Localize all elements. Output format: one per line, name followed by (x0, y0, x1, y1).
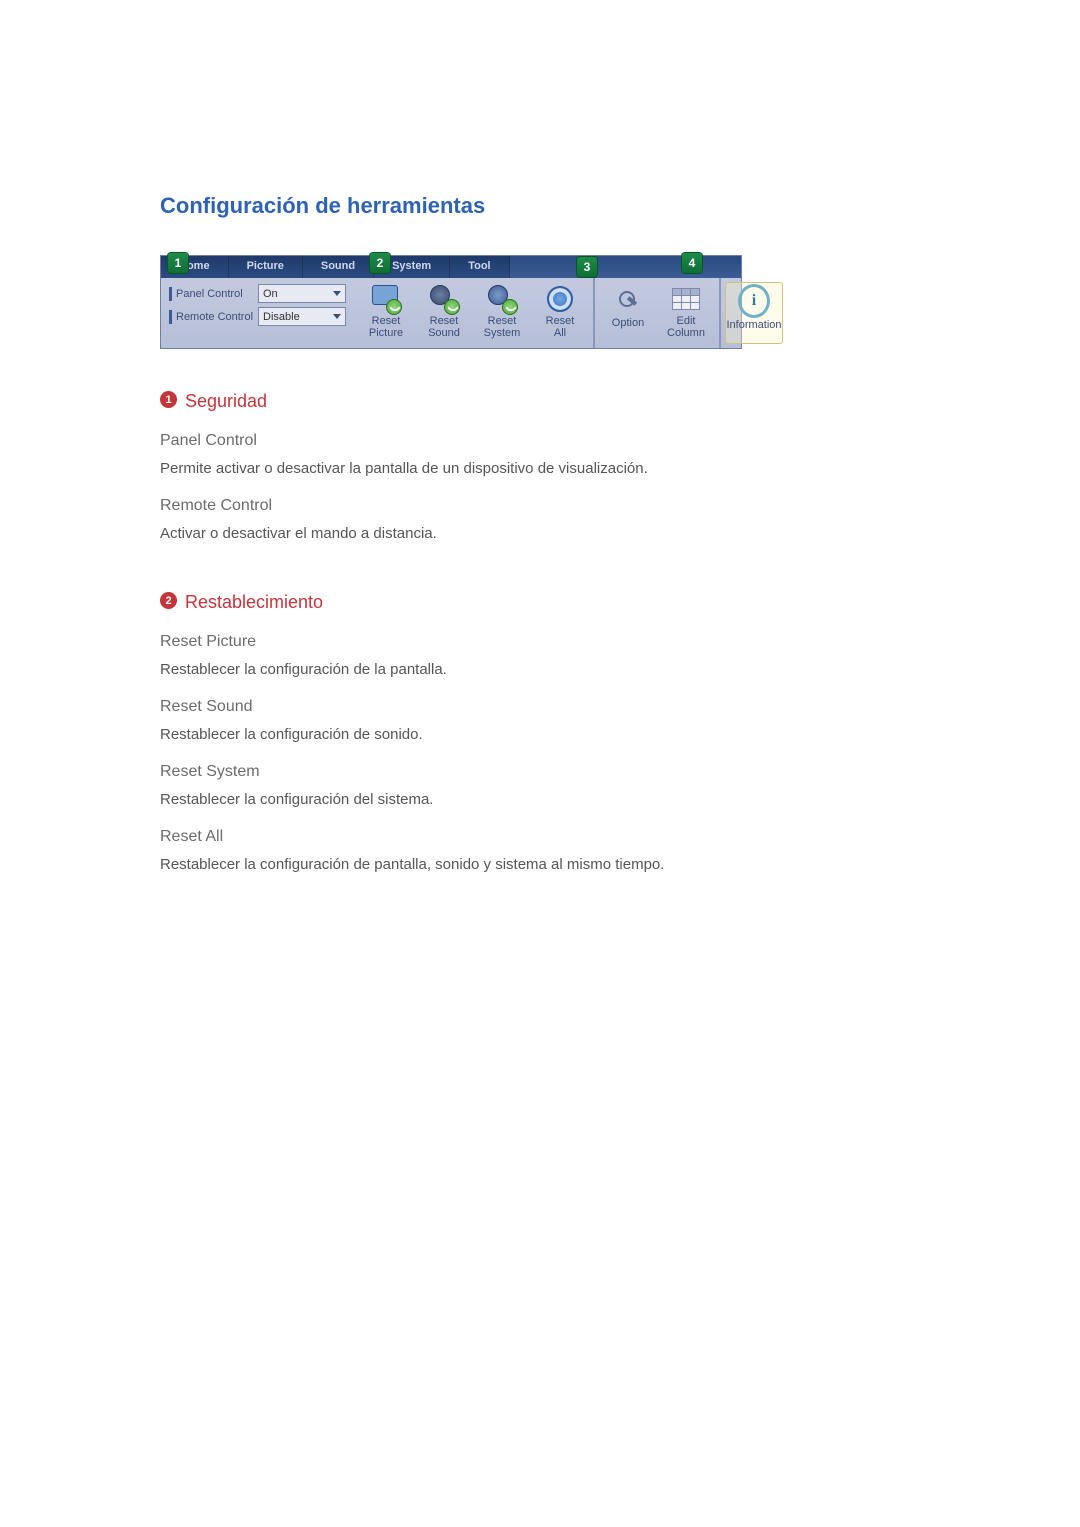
reset-system-desc: Restablecer la configuración del sistema… (160, 791, 910, 808)
ribbon-tabs: Home Picture Sound System Tool (161, 256, 741, 278)
reset-sound-heading: Reset Sound (160, 698, 910, 716)
bar-icon (169, 287, 172, 301)
option-button[interactable]: Option (599, 282, 657, 344)
tab-picture[interactable]: Picture (229, 256, 303, 278)
remote-control-label: Remote Control (176, 311, 258, 323)
reset-picture-desc: Restablecer la configuración de la panta… (160, 661, 910, 678)
bar-icon (169, 310, 172, 324)
remote-control-value: Disable (263, 311, 300, 323)
remote-control-desc: Activar o desactivar el mando a distanci… (160, 525, 910, 542)
reset-sound-icon (428, 285, 460, 313)
callout-badge-1: 1 (168, 253, 188, 273)
panel-control-value: On (263, 288, 278, 300)
tool-ribbon: Home Picture Sound System Tool Panel Con… (160, 255, 742, 349)
callout-2-icon: 2 (160, 592, 177, 609)
information-button[interactable]: i Information (725, 282, 783, 344)
info-icon: i (738, 285, 770, 317)
reset-picture-icon (370, 285, 402, 313)
chevron-down-icon (333, 291, 341, 296)
reset-all-button[interactable]: ResetAll (531, 282, 589, 344)
remote-control-heading: Remote Control (160, 497, 910, 515)
edit-column-button[interactable]: EditColumn (657, 282, 715, 344)
callout-badge-3: 3 (577, 257, 597, 277)
panel-control-select[interactable]: On (258, 284, 346, 303)
panel-control-heading: Panel Control (160, 432, 910, 450)
reset-picture-button[interactable]: ResetPicture (357, 282, 415, 344)
option-group: Option EditColumn (595, 278, 721, 348)
reset-system-icon (486, 285, 518, 313)
reset-sound-button[interactable]: ResetSound (415, 282, 473, 344)
tab-sound[interactable]: Sound (303, 256, 374, 278)
panel-control-desc: Permite activar o desactivar la pantalla… (160, 460, 910, 477)
section-restablecimiento-title: 2 Restablecimiento (160, 592, 910, 613)
reset-all-desc: Restablecer la configuración de pantalla… (160, 856, 910, 873)
remote-control-select[interactable]: Disable (258, 307, 346, 326)
reset-picture-heading: Reset Picture (160, 633, 910, 651)
reset-all-heading: Reset All (160, 828, 910, 846)
wrench-icon (612, 285, 644, 315)
tab-tool[interactable]: Tool (450, 256, 509, 278)
callout-badge-4: 4 (682, 253, 702, 273)
reset-sound-desc: Restablecer la configuración de sonido. (160, 726, 910, 743)
callout-1-icon: 1 (160, 391, 177, 408)
reset-system-heading: Reset System (160, 763, 910, 781)
page-title: Configuración de herramientas (160, 193, 910, 219)
reset-all-icon (544, 285, 576, 313)
callout-badge-2: 2 (370, 253, 390, 273)
table-icon (670, 285, 702, 313)
ribbon-tools: ResetPicture ResetSound ResetSystem Rese… (353, 278, 741, 348)
panel-control-label: Panel Control (176, 288, 258, 300)
reset-system-button[interactable]: ResetSystem (473, 282, 531, 344)
chevron-down-icon (333, 314, 341, 319)
section-seguridad-title: 1 Seguridad (160, 391, 910, 412)
reset-group: ResetPicture ResetSound ResetSystem Rese… (353, 278, 595, 348)
info-group: i Information (721, 278, 787, 348)
